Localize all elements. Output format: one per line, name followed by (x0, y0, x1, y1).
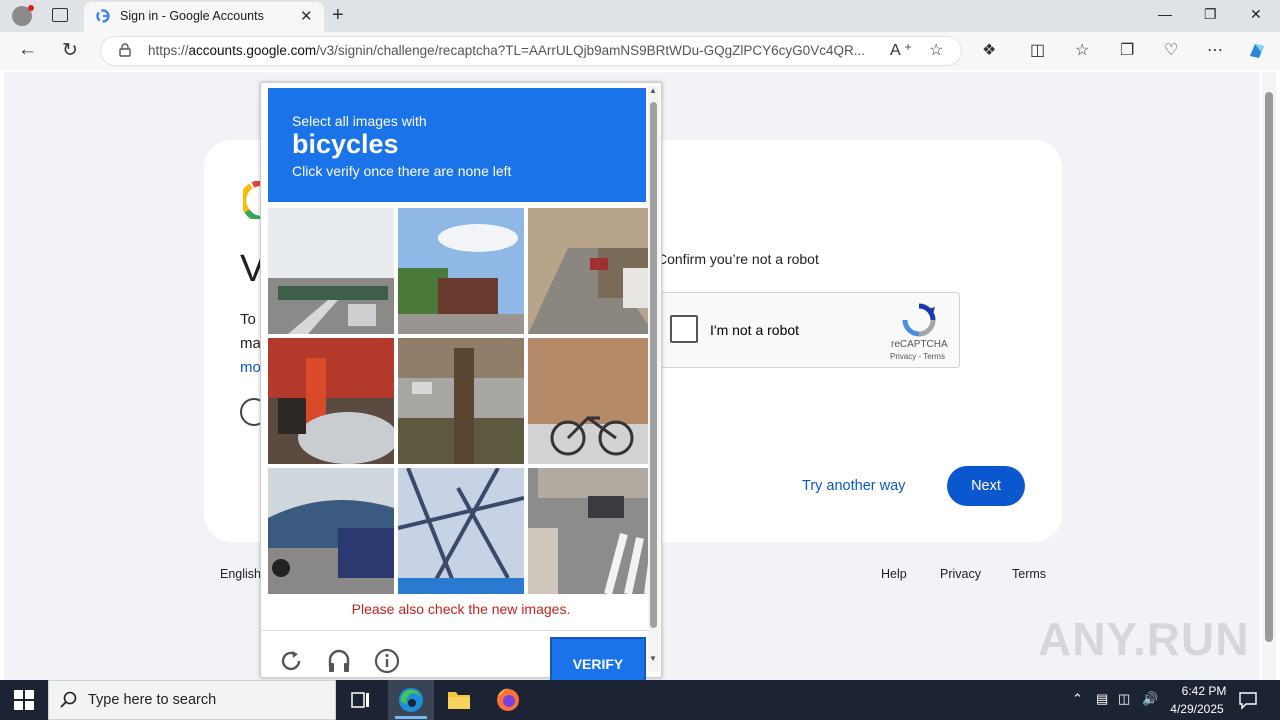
favorite-star-icon[interactable]: ☆ (929, 40, 943, 60)
favorites-icon[interactable]: ☆ (1075, 40, 1089, 60)
back-icon[interactable]: ← (18, 39, 37, 61)
edge-active-indicator (395, 716, 427, 719)
collections-icon[interactable]: ❐ (1120, 40, 1134, 60)
recaptcha-label: I'm not a robot (710, 322, 800, 338)
edge-taskbar-icon[interactable] (391, 682, 431, 718)
try-another-way-button[interactable]: Try another way (802, 478, 905, 494)
volume-icon[interactable]: 🔊 (1142, 691, 1158, 707)
tab-close-icon[interactable]: ✕ (300, 7, 313, 25)
browser-essentials-icon[interactable]: ♡ (1164, 40, 1178, 60)
captcha-tile-2[interactable] (398, 208, 524, 334)
network-icon[interactable]: ◫ (1118, 691, 1130, 707)
reload-icon[interactable]: ↻ (62, 39, 78, 62)
scroll-down-arrow-icon[interactable]: ▼ (649, 654, 657, 663)
search-icon (60, 691, 77, 708)
more-menu-icon[interactable]: ⋯ (1207, 40, 1223, 60)
notifications-icon[interactable] (1238, 690, 1258, 710)
confirm-robot-text: Confirm you’re not a robot (657, 251, 819, 267)
minimize-icon[interactable]: — (1158, 6, 1172, 22)
url-domain: accounts.google.com (188, 43, 317, 58)
captcha-tile-5[interactable] (398, 338, 524, 464)
new-tab-icon[interactable]: + (332, 4, 344, 27)
extensions-icon[interactable]: ❖ (982, 40, 996, 60)
taskbar-search-placeholder: Type here to search (88, 692, 217, 708)
audio-challenge-icon[interactable] (326, 648, 352, 674)
captcha-tile-8[interactable] (398, 468, 524, 594)
description-partial-2: ma (240, 335, 261, 352)
windows-start-icon[interactable] (14, 690, 34, 710)
language-selector[interactable]: English (220, 567, 261, 581)
next-button[interactable]: Next (947, 466, 1025, 506)
restore-icon[interactable]: ❐ (1204, 6, 1217, 23)
verify-button[interactable]: VERIFY (550, 637, 646, 683)
url-scheme: https:// (148, 43, 189, 58)
split-screen-icon[interactable]: ◫ (1030, 40, 1045, 60)
challenge-warning: Please also check the new images. (351, 601, 571, 617)
help-link[interactable]: Help (881, 567, 907, 581)
captcha-tile-1[interactable] (268, 208, 394, 334)
captcha-tile-7[interactable] (268, 468, 394, 594)
task-view-icon[interactable] (340, 682, 380, 718)
url-text[interactable]: https://accounts.google.com/v3/signin/ch… (148, 43, 878, 58)
clock-date[interactable]: 4/29/2025 (1164, 702, 1230, 716)
tray-device-icon[interactable]: ▤ (1096, 691, 1108, 707)
privacy-link[interactable]: Privacy (940, 567, 981, 581)
file-explorer-icon[interactable] (439, 682, 479, 718)
lock-icon[interactable] (119, 43, 131, 57)
captcha-tile-3[interactable] (528, 208, 654, 334)
tab-actions-icon[interactable] (52, 8, 68, 22)
recaptcha-privacy-terms[interactable]: Privacy - Terms (890, 352, 945, 361)
anyrun-watermark: ANY.RUN (1038, 613, 1250, 665)
firefox-icon[interactable] (488, 682, 528, 718)
tray-overflow-icon[interactable]: ⌃ (1072, 691, 1083, 707)
recaptcha-brand: reCAPTCHA (891, 339, 948, 350)
close-window-icon[interactable]: ✕ (1250, 6, 1262, 23)
challenge-object: bicycles (292, 129, 399, 159)
info-icon[interactable] (374, 648, 400, 674)
challenge-scrollbar-thumb[interactable] (650, 102, 657, 628)
captcha-tile-6[interactable] (528, 338, 654, 464)
copilot-icon[interactable] (1246, 40, 1268, 62)
reload-challenge-icon[interactable] (278, 648, 304, 674)
tab-title: Sign in - Google Accounts (120, 9, 264, 23)
url-path: /v3/signin/challenge/recaptcha?TL=AArrUL… (316, 43, 865, 58)
captcha-tile-9[interactable] (528, 468, 654, 594)
clock-time[interactable]: 6:42 PM (1174, 684, 1234, 698)
more-link-partial[interactable]: mo (240, 359, 261, 376)
recaptcha-checkbox[interactable] (670, 315, 698, 343)
scroll-up-arrow-icon[interactable]: ▲ (649, 86, 657, 95)
page-scrollbar-thumb[interactable] (1265, 92, 1273, 642)
challenge-divider (261, 630, 649, 631)
read-aloud-icon[interactable]: A ⁺ (890, 40, 912, 60)
description-partial-1: To (240, 311, 256, 328)
challenge-instruction: Select all images with (292, 113, 427, 129)
profile-notification-dot (28, 5, 34, 11)
captcha-tile-4[interactable] (268, 338, 394, 464)
challenge-subtext: Click verify once there are none left (292, 163, 512, 179)
google-favicon-icon (96, 9, 110, 23)
terms-link[interactable]: Terms (1012, 567, 1046, 581)
recaptcha-logo-icon (902, 303, 936, 337)
